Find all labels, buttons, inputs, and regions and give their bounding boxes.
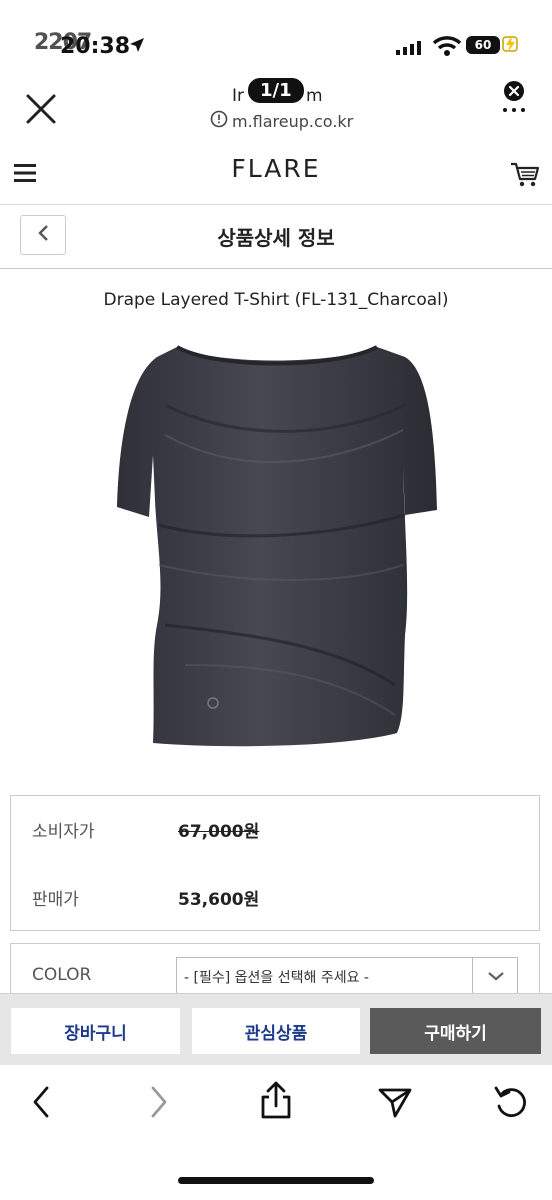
charging-bolt-icon	[502, 34, 520, 58]
sale-price: 53,600원	[178, 890, 260, 910]
sale-price-label: 판매가	[32, 890, 79, 910]
home-indicator	[178, 1177, 374, 1184]
close-icon[interactable]	[22, 90, 60, 132]
back-arrow-icon[interactable]	[30, 1084, 52, 1124]
status-time: 20:38	[60, 34, 131, 59]
buy-now-button[interactable]: 구매하기	[370, 1008, 541, 1054]
forward-arrow-icon[interactable]	[148, 1084, 170, 1124]
consumer-price-label: 소비자가	[32, 822, 95, 842]
color-option-label: COLOR	[32, 965, 92, 985]
subheader-divider	[0, 268, 552, 269]
location-arrow-icon	[128, 36, 146, 58]
product-image	[105, 335, 445, 759]
share-icon[interactable]	[258, 1080, 294, 1124]
wishlist-button[interactable]: 관심상품	[192, 1008, 360, 1054]
add-to-cart-button[interactable]: 장바구니	[11, 1008, 180, 1054]
cellular-signal-icon	[396, 40, 422, 59]
page-title: 상품상세 정보	[217, 226, 335, 250]
send-icon[interactable]	[376, 1084, 414, 1126]
browser-url[interactable]: m.flareup.co.kr	[210, 110, 353, 132]
product-name: Drape Layered T-Shirt (FL-131_Charcoal)	[103, 290, 449, 310]
consumer-price: 67,000원	[178, 822, 260, 842]
wifi-icon	[432, 35, 462, 61]
chevron-down-icon	[486, 967, 506, 986]
info-icon	[210, 110, 228, 132]
browser-page-title-tail: m	[306, 86, 323, 106]
browser-page-title: Ir	[232, 86, 245, 106]
price-box	[10, 795, 540, 931]
url-text: m.flareup.co.kr	[232, 111, 354, 131]
status-bar: 2207 20:38 60	[0, 0, 552, 80]
color-select-value: - [필수] 옵션을 선택해 주세요 -	[184, 970, 369, 986]
brand-logo[interactable]: FLARE	[0, 154, 552, 183]
more-options-icon[interactable]	[500, 80, 528, 120]
select-dropdown-button[interactable]	[472, 957, 518, 995]
header-divider	[0, 204, 552, 205]
reload-icon[interactable]	[492, 1084, 530, 1126]
cart-icon[interactable]	[510, 160, 540, 192]
battery-indicator: 60	[466, 36, 500, 54]
page-counter-badge: 1/1	[248, 78, 304, 103]
